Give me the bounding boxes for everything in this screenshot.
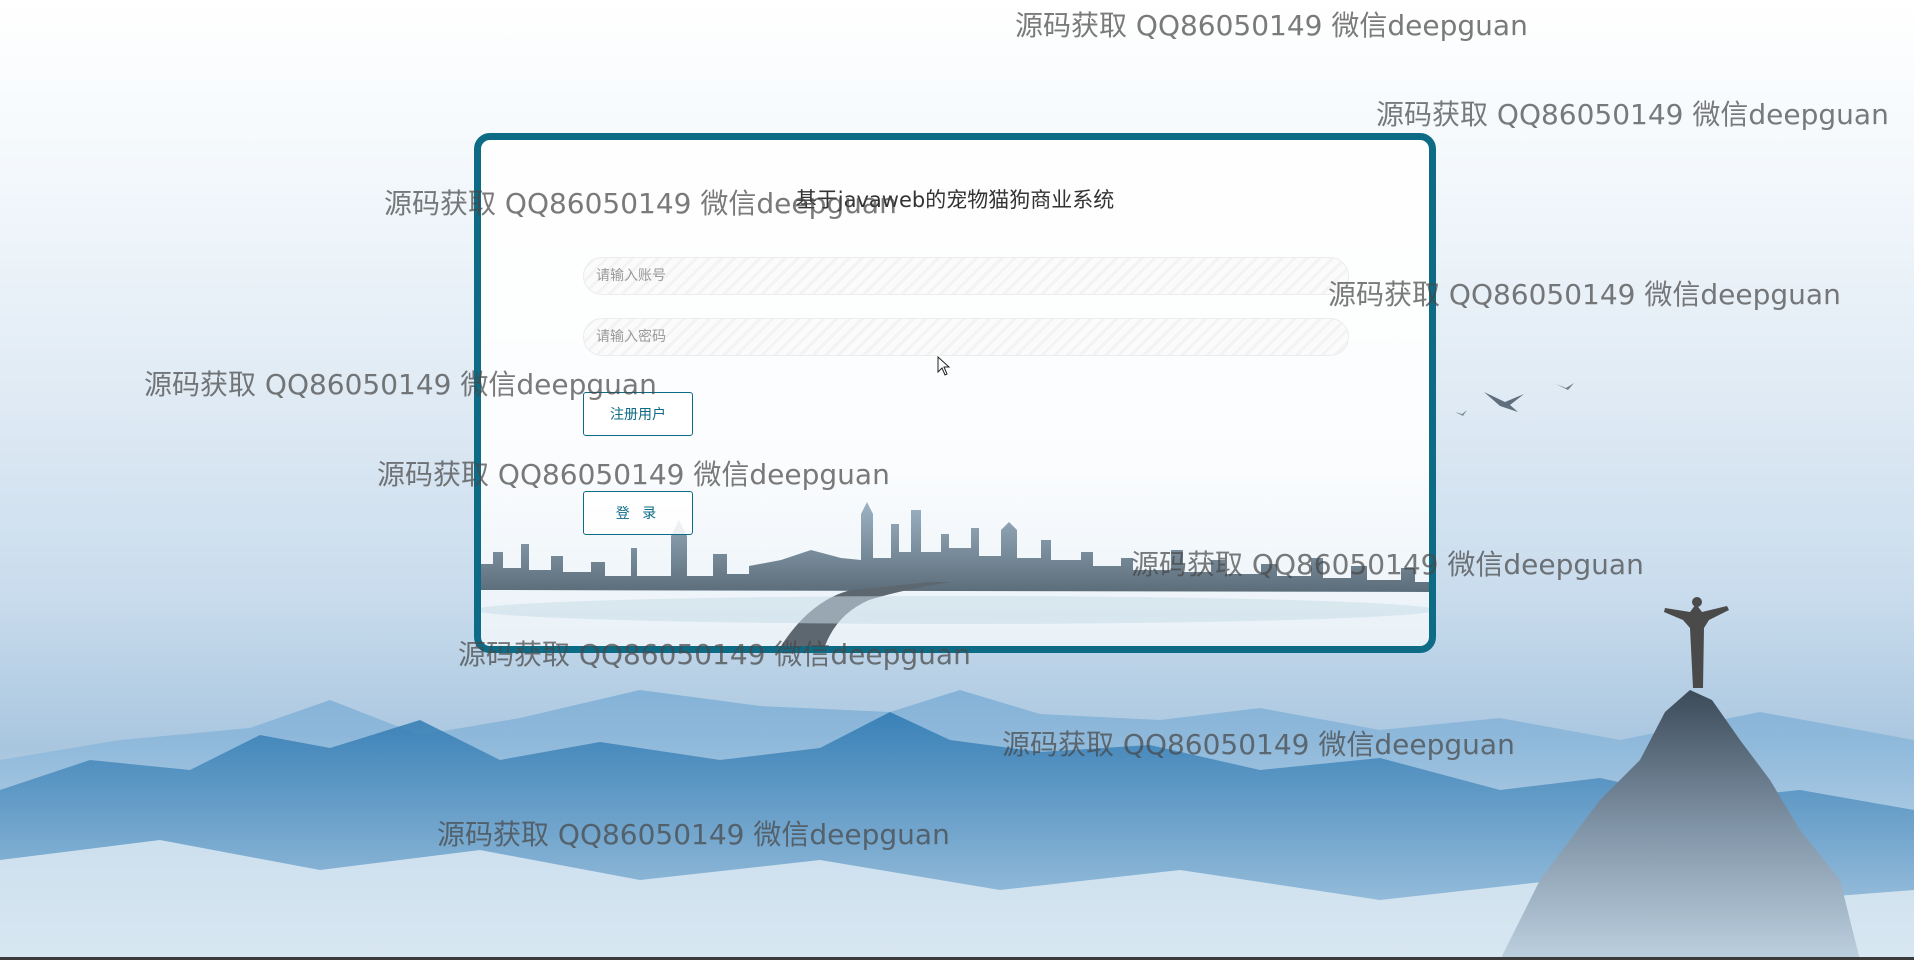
register-button[interactable]: 注册用户 — [583, 392, 693, 436]
city-skyline-image — [481, 502, 1429, 646]
login-button[interactable]: 登 录 — [583, 491, 693, 535]
mouse-cursor-icon — [937, 356, 951, 376]
account-input[interactable] — [583, 257, 1349, 295]
login-page: 基于javaweb的宠物猫狗商业系统 注册用户 登 录 源码获取 QQ86050… — [0, 0, 1914, 960]
login-panel: 基于javaweb的宠物猫狗商业系统 注册用户 登 录 — [474, 133, 1436, 653]
system-title: 基于javaweb的宠物猫狗商业系统 — [795, 188, 1115, 212]
password-input[interactable] — [583, 318, 1349, 356]
